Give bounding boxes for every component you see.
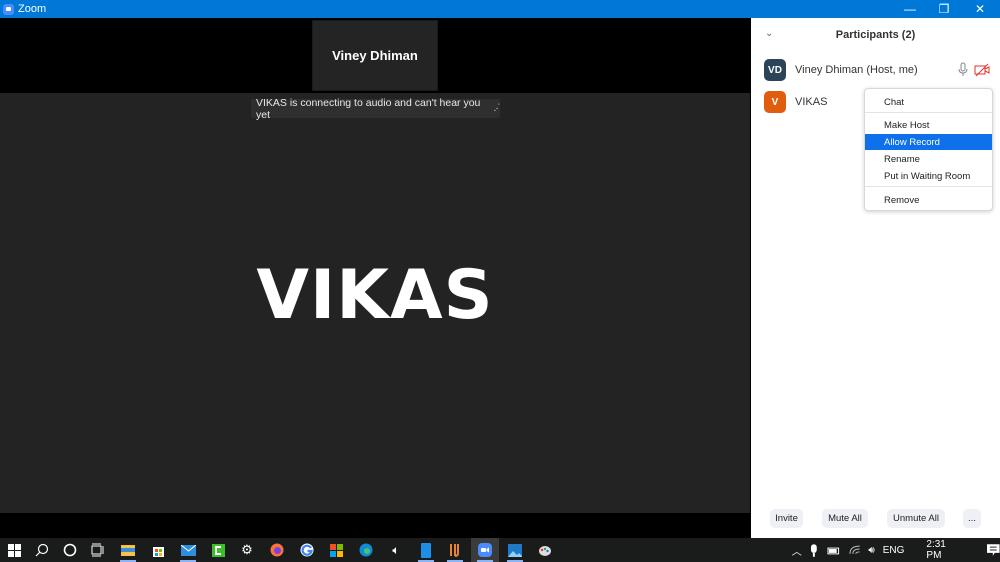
avatar: VD: [764, 59, 786, 81]
windows-taskbar: ⚙ 🔈︎ ︿ 🔊︎ ENG 2:31 PM: [0, 538, 1000, 562]
restore-icon: ❐: [938, 2, 950, 16]
file-explorer-icon: [121, 545, 135, 556]
menu-item-waiting-room[interactable]: Put in Waiting Room: [865, 168, 992, 184]
volume-app-icon: 🔈︎: [392, 542, 400, 557]
cortana-icon: [63, 543, 77, 557]
microsoft-button[interactable]: [322, 538, 350, 562]
minimize-button[interactable]: —: [892, 0, 928, 18]
edge-button[interactable]: [352, 538, 380, 562]
settings-icon: ⚙: [241, 542, 253, 557]
more-options-button[interactable]: ...: [963, 509, 981, 528]
panel-header: ⌄ Participants (2): [751, 18, 1000, 54]
title-bar: Zoom — ❐ ✕: [0, 0, 1000, 18]
participant-context-menu: Chat Make Host Allow Record Rename Put i…: [864, 88, 993, 211]
volume-app-button[interactable]: 🔈︎: [382, 538, 410, 562]
mail-button[interactable]: [174, 538, 202, 562]
app-button[interactable]: [441, 538, 469, 562]
task-view-icon: [91, 543, 104, 557]
menu-item-allow-record[interactable]: Allow Record: [865, 134, 992, 150]
start-icon: [7, 543, 21, 557]
thumbnail-name: Viney Dhiman: [332, 48, 418, 63]
audio-connecting-notice: VIKAS is connecting to audio and can't h…: [251, 96, 502, 121]
edge-icon: [359, 543, 373, 557]
firefox-button[interactable]: [263, 538, 291, 562]
mail-icon: [180, 544, 196, 556]
photos-button[interactable]: [501, 538, 529, 562]
store-button[interactable]: [144, 538, 172, 562]
speaker-icon[interactable]: 🔊︎: [868, 545, 874, 556]
app-icon: [450, 544, 459, 557]
camtasia-button[interactable]: [204, 538, 232, 562]
chevron-up-icon[interactable]: ︿: [790, 543, 804, 558]
connecting-dots-icon: .·˙: [493, 103, 502, 114]
task-view-button[interactable]: [84, 538, 112, 562]
wifi-icon[interactable]: [849, 545, 861, 555]
microsoft-icon: [329, 543, 343, 557]
search-button[interactable]: [28, 538, 56, 562]
menu-item-make-host[interactable]: Make Host: [865, 117, 992, 133]
close-icon: ✕: [974, 2, 986, 16]
chrome-button[interactable]: [293, 538, 321, 562]
menu-separator: [865, 112, 992, 113]
maximize-button[interactable]: ❐: [926, 0, 962, 18]
battery-icon[interactable]: [827, 546, 840, 555]
panel-title: Participants (2): [835, 29, 916, 41]
settings-button[interactable]: ⚙: [233, 538, 261, 562]
unmute-all-button[interactable]: Unmute All: [887, 509, 945, 528]
close-button[interactable]: ✕: [962, 0, 998, 18]
paint-button[interactable]: [531, 538, 559, 562]
menu-separator: [865, 186, 992, 187]
file-explorer-button[interactable]: [114, 538, 142, 562]
notification-icon[interactable]: [987, 544, 1000, 556]
phone-app-button[interactable]: [412, 538, 440, 562]
mute-all-button[interactable]: Mute All: [822, 509, 868, 528]
mic-icon[interactable]: [956, 62, 970, 78]
window-title: Zoom: [18, 3, 47, 15]
paint-icon: [539, 546, 551, 556]
video-off-icon[interactable]: [974, 63, 990, 77]
camtasia-icon: [211, 543, 225, 557]
zoom-taskbar-button[interactable]: [471, 538, 499, 562]
notice-text: VIKAS is connecting to audio and can't h…: [256, 96, 481, 121]
menu-item-chat[interactable]: Chat: [865, 94, 992, 110]
zoom-icon: [478, 543, 492, 557]
zoom-app-icon: [3, 3, 14, 15]
clock[interactable]: 2:31 PM: [926, 539, 962, 561]
start-button[interactable]: [0, 538, 28, 562]
invite-button[interactable]: Invite: [770, 509, 803, 528]
search-icon: [35, 543, 49, 557]
menu-item-remove[interactable]: Remove: [865, 192, 992, 208]
participant-name: Viney Dhiman (Host, me): [795, 64, 918, 76]
participant-row[interactable]: VD Viney Dhiman (Host, me): [751, 56, 1000, 84]
video-stage: Viney Dhiman VIKAS is connecting to audi…: [0, 18, 750, 538]
participant-thumbnail[interactable]: Viney Dhiman: [312, 20, 438, 91]
firefox-icon: [270, 543, 284, 557]
active-speaker-name: VIKAS: [256, 256, 494, 335]
cortana-button[interactable]: [56, 538, 84, 562]
microphone-tray-icon[interactable]: [810, 543, 818, 557]
menu-item-rename[interactable]: Rename: [865, 151, 992, 167]
participant-name: VIKAS: [795, 96, 828, 108]
minimize-icon: —: [904, 2, 916, 16]
system-tray: ︿ 🔊︎ ENG 2:31 PM: [790, 538, 1000, 562]
store-icon: [152, 546, 164, 557]
chrome-icon: [300, 543, 314, 557]
language-indicator[interactable]: ENG: [883, 545, 905, 556]
avatar: V: [764, 91, 786, 113]
photos-icon: [508, 543, 522, 557]
phone-app-icon: [421, 542, 431, 558]
